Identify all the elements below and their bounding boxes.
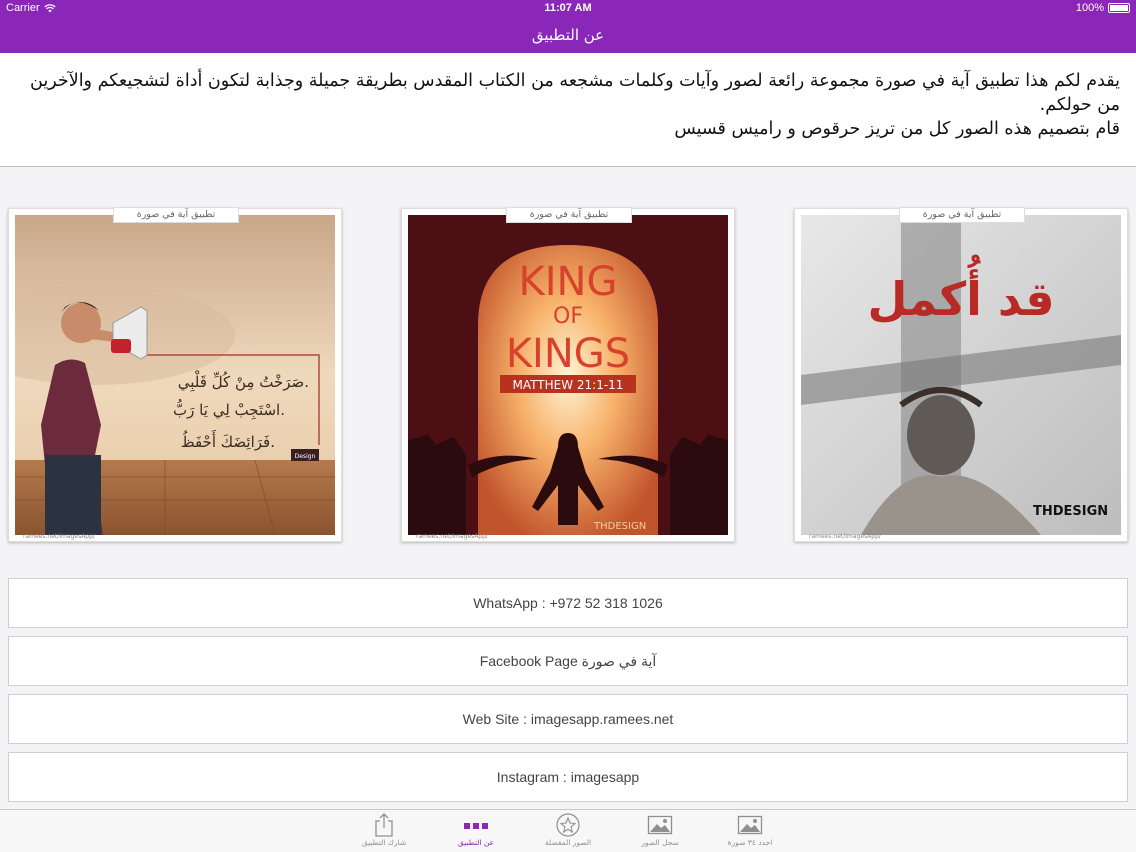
photo-icon: [737, 815, 763, 835]
image-source-url: ramees.net/ImagesApp/: [809, 533, 881, 540]
navigation-bar: عن التطبيق: [0, 18, 1136, 53]
king-of-kings-artwork: KING OF KINGS MATTHEW 21:1-11 THDESIGN: [408, 215, 728, 535]
photo-icon: [647, 815, 673, 835]
scripture-ribbon: MATTHEW 21:1-11: [513, 378, 624, 392]
star-icon: [556, 813, 580, 837]
battery-percent: 100%: [1075, 2, 1104, 14]
sample-image-king-of-kings[interactable]: تطبيق آية في صورة KING OF KINGS MATTHEW …: [401, 207, 735, 542]
whatsapp-row[interactable]: WhatsApp : +972 52 318 1026: [8, 578, 1128, 628]
description-text: يقدم لكم هذا تطبيق آية في صورة مجموعة را…: [30, 71, 1120, 115]
tab-label: سجل الصور: [641, 838, 679, 847]
more-dots-icon: [464, 823, 488, 829]
instagram-row[interactable]: Instagram : imagesapp: [8, 752, 1128, 802]
website-row[interactable]: Web Site : imagesapp.ramees.net: [8, 694, 1128, 744]
designers-credit: قام بتصميم هذه الصور كل من تريز حرقوص و …: [674, 119, 1120, 139]
tab-share-app[interactable]: شارك التطبيق: [354, 813, 414, 851]
page-title: عن التطبيق: [531, 26, 605, 44]
verse-line-1: صَرَخْتُ مِنْ كُلِّ قَلْبِي.: [178, 370, 309, 393]
headline-of: OF: [553, 304, 583, 329]
status-time: 11:07 AM: [544, 2, 592, 14]
tab-bar: شارك التطبيق عن التطبيق الصور المفضلة سج…: [0, 809, 1136, 852]
facebook-page-row[interactable]: Facebook Page آية في صورة: [8, 636, 1128, 686]
headline-king: KING: [519, 259, 618, 305]
battery-info: 100%: [1076, 2, 1130, 14]
image-app-tag: تطبيق آية في صورة: [506, 207, 632, 223]
verse-line-3: فَرَائِضَكَ أَحْفَظُ.: [181, 429, 275, 451]
tab-label: شارك التطبيق: [361, 838, 407, 847]
sample-image-shout[interactable]: تطبيق آية في صورة صَرَخْتُ مِنْ كُلِّ قَ…: [8, 207, 342, 542]
image-source-url: ramees.net/ImagesApp/: [23, 533, 95, 540]
designer-logo: Design: [295, 453, 316, 460]
battery-icon: [1108, 3, 1130, 13]
tab-about-app[interactable]: عن التطبيق: [446, 813, 506, 851]
image-app-tag: تطبيق آية في صورة: [113, 207, 239, 223]
designer-logo: THDESIGN: [1033, 504, 1108, 519]
sample-image-it-is-finished[interactable]: تطبيق آية في صورة قد أُكمل THDESIGN rame…: [794, 207, 1128, 542]
tab-label: اجدد ٣٤ صورة: [727, 838, 773, 847]
tab-latest-photos[interactable]: اجدد ٣٤ صورة: [720, 813, 780, 851]
shout-artwork: صَرَخْتُ مِنْ كُلِّ قَلْبِي. اسْتَجِبْ ل…: [15, 215, 335, 535]
status-bar: Carrier 11:07 AM 100%: [0, 0, 1136, 18]
image-app-tag: تطبيق آية في صورة: [899, 207, 1025, 223]
image-source-url: ramees.net/ImagesApp/: [416, 533, 488, 540]
tab-favorites[interactable]: الصور المفضلة: [538, 813, 598, 851]
verse-line-2: اسْتَجِبْ لِي يَا رَبُّ.: [173, 398, 285, 420]
headline-kings: KINGS: [506, 331, 630, 377]
crucifixion-artwork: قد أُكمل THDESIGN: [801, 215, 1121, 535]
about-description: يقدم لكم هذا تطبيق آية في صورة مجموعة را…: [0, 53, 1136, 167]
tab-photo-log[interactable]: سجل الصور: [630, 813, 690, 851]
tab-label: عن التطبيق: [457, 838, 495, 847]
designer-logo: THDESIGN: [593, 521, 646, 532]
share-icon: [375, 813, 393, 837]
tab-label: الصور المفضلة: [544, 838, 592, 847]
